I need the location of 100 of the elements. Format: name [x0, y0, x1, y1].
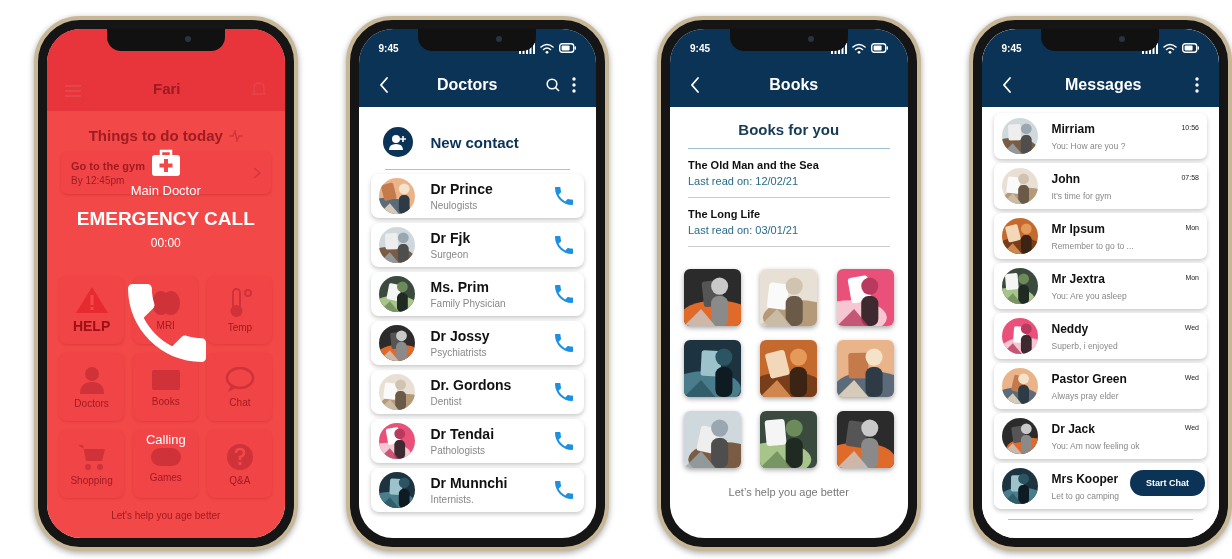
- back-icon[interactable]: [378, 77, 389, 93]
- phone-icon[interactable]: [554, 480, 574, 500]
- back-icon[interactable]: [690, 77, 700, 93]
- doctor-name: Dr. Gordons: [430, 377, 513, 393]
- doctor-specialty: Dentist: [430, 396, 463, 407]
- add-contact-icon[interactable]: [382, 127, 413, 157]
- doctor-card[interactable]: Dr Munnchi Internists.: [370, 468, 584, 512]
- doctor-specialty: Pathologists: [430, 445, 486, 456]
- doctor-card[interactable]: Dr. Gordons Dentist: [370, 370, 584, 414]
- contact-name: Dr Jack: [1051, 421, 1095, 436]
- section-heading: Books for you: [688, 107, 890, 149]
- message-preview: Let to go camping: [1051, 490, 1120, 501]
- battery-icon: [870, 43, 888, 53]
- last-read-date: Last read on: 12/02/21: [688, 175, 800, 187]
- message-preview: Remember to go to ...: [1051, 240, 1134, 251]
- call-status: Calling: [145, 432, 186, 447]
- doctor-name: Ms. Prim: [430, 279, 490, 295]
- book-title: The Old Man and the Sea: [688, 159, 820, 171]
- recent-book[interactable]: The Old Man and the Sea Last read on: 12/02/21: [688, 149, 890, 198]
- doctor-specialty: Internists.: [430, 494, 475, 505]
- tile-label: Doctors: [74, 397, 109, 409]
- phone-icon[interactable]: [127, 284, 206, 362]
- doctor-name: Dr Tendai: [430, 426, 496, 442]
- status-time: 9:45: [378, 42, 399, 54]
- tile-label: Q&A: [229, 474, 251, 486]
- question-icon: [225, 442, 254, 471]
- task-title: Go to the gym: [71, 160, 145, 172]
- screen-title: Messages: [1064, 76, 1143, 94]
- phone-icon[interactable]: [554, 333, 574, 353]
- tile-label: HELP: [72, 318, 111, 334]
- chevron-icon: [252, 167, 261, 179]
- contact-name: Mr Jextra: [1051, 271, 1105, 286]
- app-title: Fari: [153, 80, 181, 97]
- new-contact-link[interactable]: New contact: [430, 133, 519, 151]
- more-icon[interactable]: [572, 77, 576, 93]
- doctor-specialty: Neulogists: [430, 200, 479, 211]
- message-preview: You: Are you asleep: [1051, 290, 1127, 301]
- doctor-card[interactable]: Dr Fjk Surgeon: [370, 223, 584, 267]
- task-due: By 12:45pm: [71, 175, 126, 186]
- status-time: 9:45: [1001, 42, 1022, 54]
- pulse-icon: [228, 129, 243, 142]
- last-read-date: Last read on: 03/01/21: [688, 224, 800, 236]
- phone-icon[interactable]: [554, 382, 574, 402]
- back-icon[interactable]: [1001, 77, 1012, 93]
- doctor-card[interactable]: Dr Jossy Psychiatrists: [370, 321, 584, 365]
- contact-name: Pastor Green: [1051, 371, 1127, 386]
- doctor-specialty: Psychiatrists: [430, 347, 488, 358]
- warning-icon: [74, 286, 109, 314]
- recent-book[interactable]: The Long Life Last read on: 03/01/21: [688, 198, 890, 247]
- footer-text: Let's help you age better: [110, 510, 222, 521]
- contact-name: Mirriam: [1051, 121, 1095, 136]
- tile-label: Shopping: [70, 474, 113, 486]
- start-chat-button[interactable]: Start Chat: [1130, 470, 1205, 496]
- message-preview: You: Am now feeling ok: [1051, 440, 1140, 451]
- doctor-name: Dr Prince: [430, 181, 494, 197]
- call-timer: 00:00: [150, 236, 181, 250]
- contact-name: Neddy: [1051, 321, 1089, 336]
- phone-icon[interactable]: [554, 431, 574, 451]
- tile-label: MRI: [156, 319, 175, 331]
- footer-text: Let’s help you age better: [727, 486, 850, 498]
- doctor-specialty: Surgeon: [430, 249, 470, 260]
- doctor-card[interactable]: Dr Tendai Pathologists: [370, 419, 584, 463]
- book-title: The Long Life: [688, 208, 762, 220]
- section-title: Things to do today: [88, 127, 223, 144]
- phone-icon[interactable]: [554, 235, 574, 255]
- medical-kit-icon: [150, 149, 181, 177]
- tile-label: Chat: [229, 396, 251, 408]
- wifi-icon: [540, 42, 554, 54]
- chat-icon: [224, 366, 255, 393]
- tile-label: Books: [151, 395, 180, 407]
- phone-icon[interactable]: [554, 186, 574, 206]
- status-time: 9:45: [690, 42, 710, 54]
- message-preview: Superb, i enjoyed: [1051, 340, 1118, 351]
- contact-name: Mr Ipsum: [1051, 221, 1105, 236]
- wifi-icon: [851, 42, 866, 54]
- doctor-specialty: Family Physician: [430, 298, 507, 309]
- brain-icon: [150, 289, 181, 316]
- doctor-name: Dr Jossy: [430, 328, 491, 344]
- message-preview: Always pray elder: [1051, 390, 1119, 401]
- doctor-card[interactable]: Dr Prince Neulogists: [370, 174, 584, 218]
- doctor-name: Dr Munnchi: [430, 475, 509, 491]
- person-icon: [78, 365, 105, 394]
- tile-label: Temp: [227, 321, 253, 333]
- call-title: EMERGENCY CALL: [76, 208, 255, 230]
- battery-icon: [1182, 43, 1199, 53]
- tile-label: Games: [149, 471, 182, 483]
- search-icon[interactable]: [546, 78, 560, 92]
- battery-icon: [559, 43, 576, 53]
- message-preview: It's time for gym: [1051, 190, 1112, 201]
- doctor-name: Dr Fjk: [430, 230, 472, 246]
- doctor-card[interactable]: Ms. Prim Family Physician: [370, 272, 584, 316]
- message-preview: You: How are you ?: [1051, 140, 1126, 151]
- screen-title: Doctors: [436, 76, 499, 94]
- contact-name: John: [1051, 171, 1081, 186]
- screen-title: Books: [768, 76, 820, 94]
- more-icon[interactable]: [1195, 77, 1199, 93]
- contact-name: Mrs Kooper: [1051, 471, 1119, 486]
- wifi-icon: [1163, 42, 1177, 54]
- phone-icon[interactable]: [554, 284, 574, 304]
- cart-icon: [76, 442, 107, 471]
